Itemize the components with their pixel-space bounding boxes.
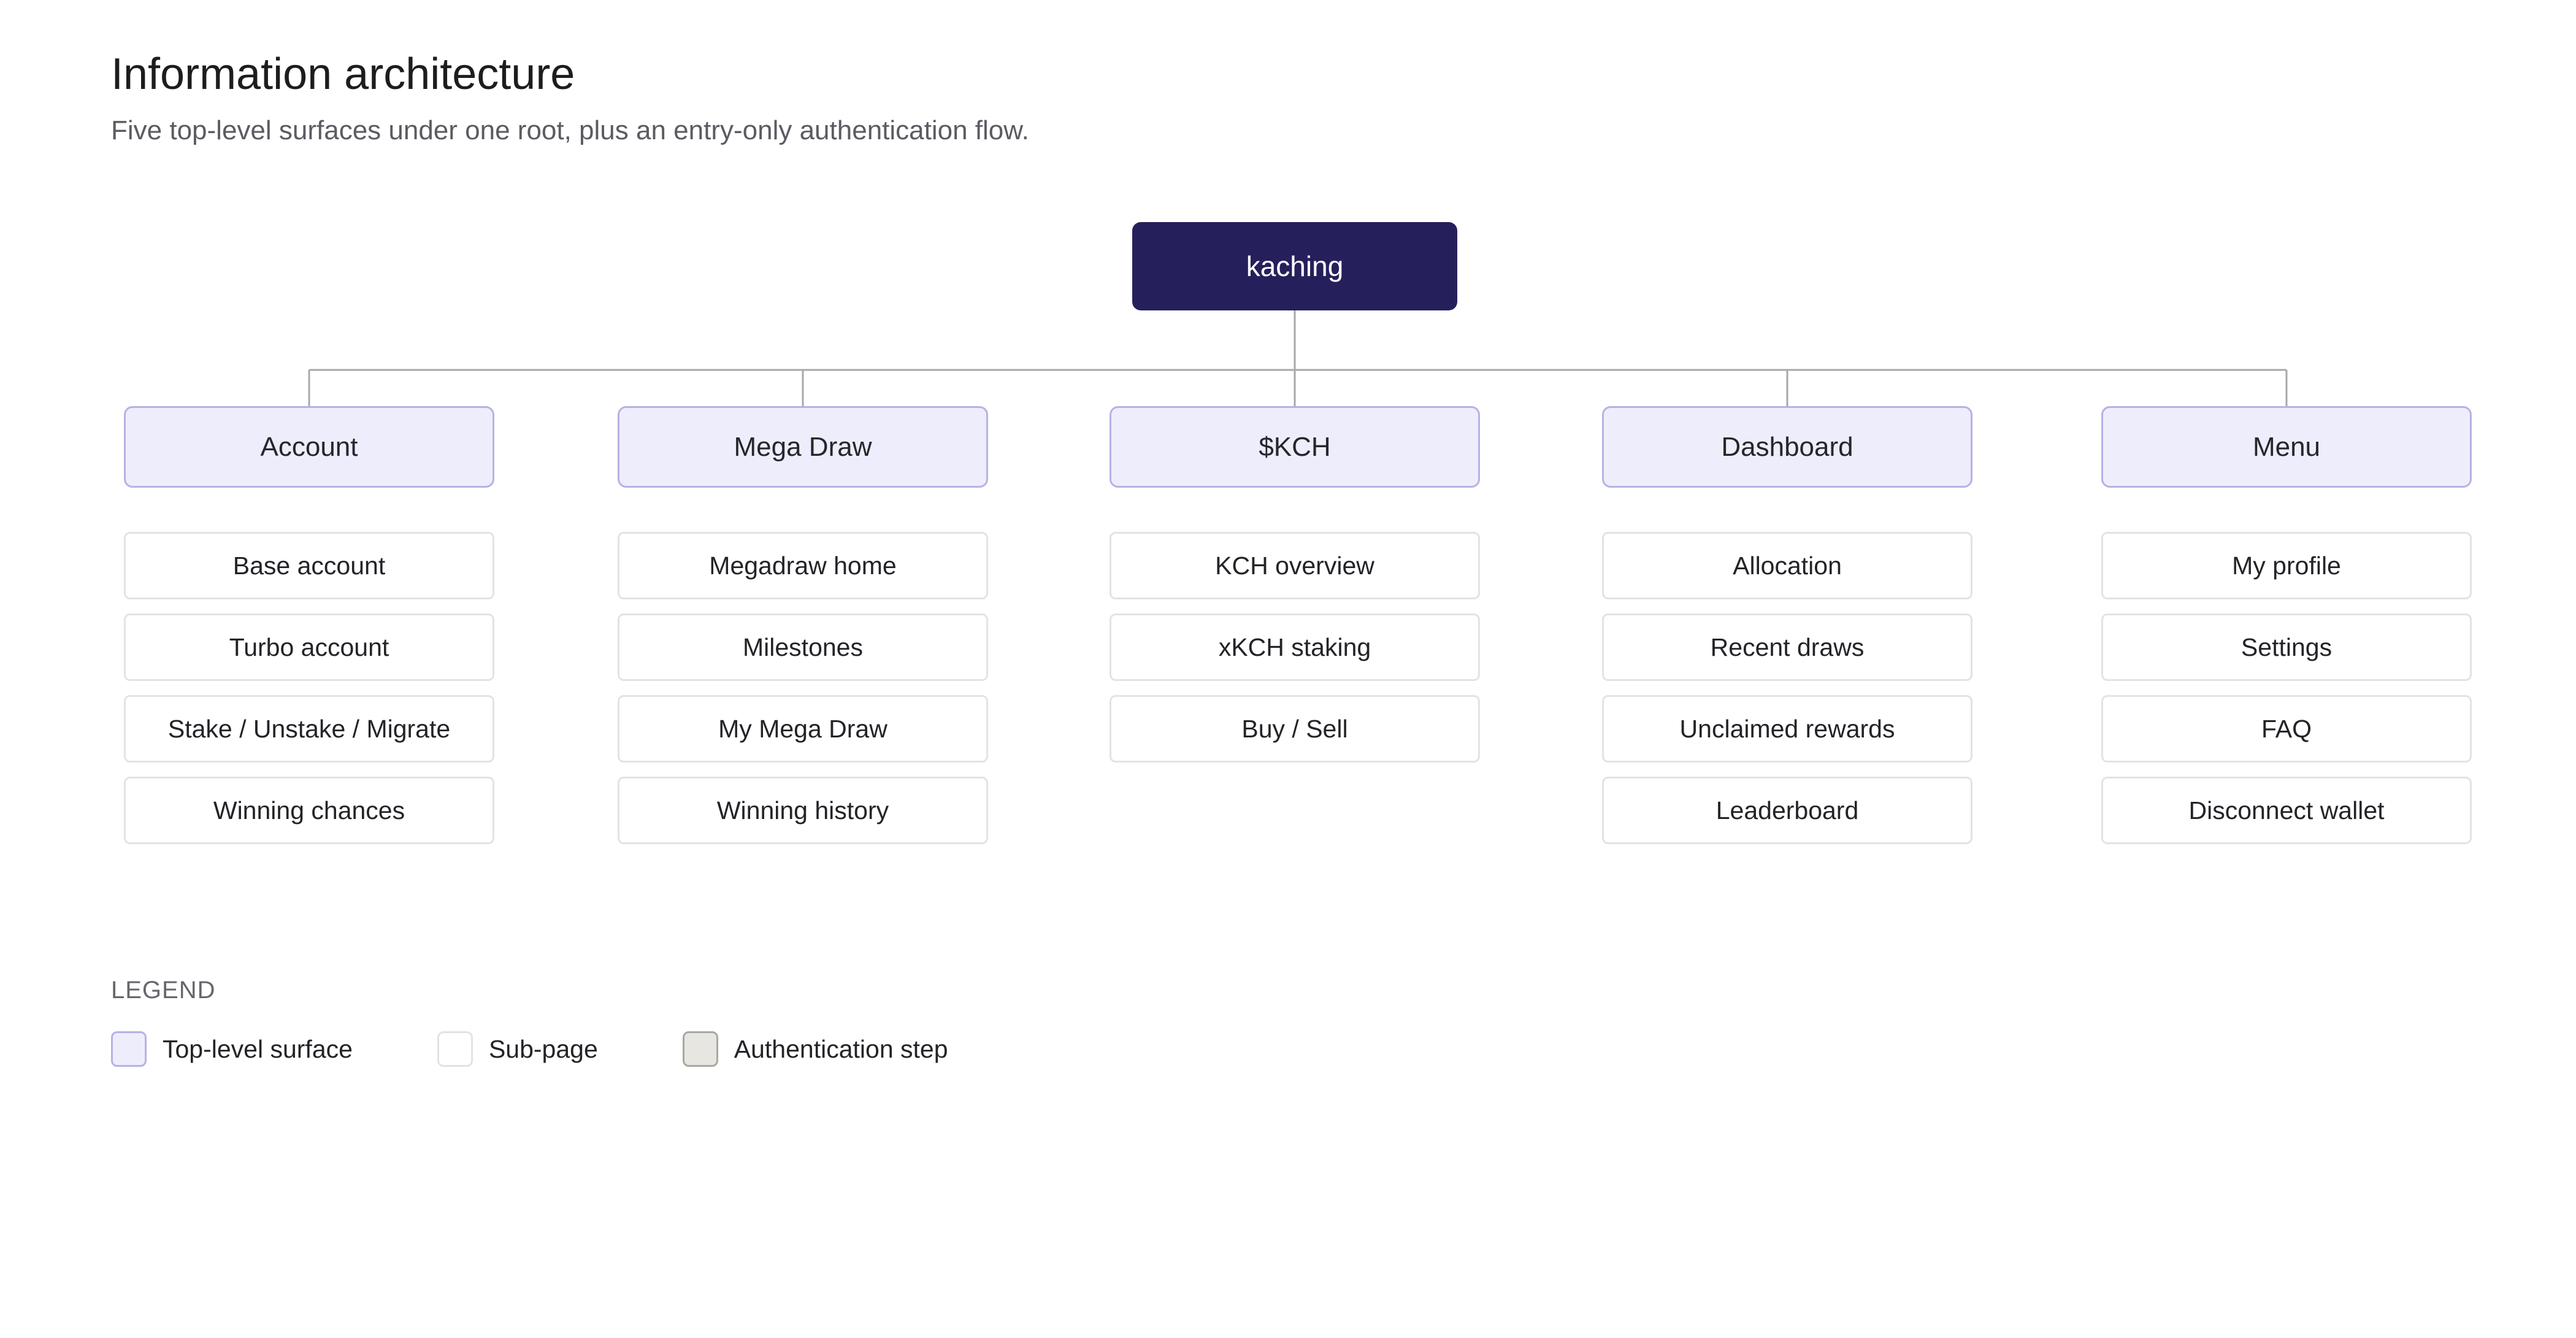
surface-dashboard: Dashboard <box>1602 406 1972 488</box>
legend-title: LEGEND <box>111 977 216 1004</box>
subpage-list: Base account Turbo account Stake / Unsta… <box>124 532 494 844</box>
subpage-node: Settings <box>2101 613 2472 681</box>
legend-swatch-auth-step <box>682 1031 718 1067</box>
column-mega-draw: Mega Draw Megadraw home Milestones My Me… <box>618 406 988 858</box>
legend-swatch-sub-page <box>437 1031 473 1067</box>
column-account: Account Base account Turbo account Stake… <box>124 406 494 858</box>
subpage-node: Megadraw home <box>618 532 988 599</box>
subpage-node: Turbo account <box>124 613 494 681</box>
subpage-node: Base account <box>124 532 494 599</box>
legend-label: Authentication step <box>734 1034 948 1063</box>
subpage-list: My profile Settings FAQ Disconnect walle… <box>2101 532 2472 844</box>
column-menu: Menu My profile Settings FAQ Disconnect … <box>2101 406 2472 858</box>
subpage-list: Megadraw home Milestones My Mega Draw Wi… <box>618 532 988 844</box>
column-kch: $KCH KCH overview xKCH staking Buy / Sel… <box>1110 406 1480 777</box>
page-title: Information architecture <box>111 50 575 99</box>
surface-account: Account <box>124 406 494 488</box>
subpage-node: KCH overview <box>1110 532 1480 599</box>
legend: Top-level surface Sub-page Authenticatio… <box>111 1029 948 1069</box>
legend-item-top-level: Top-level surface <box>111 1031 353 1067</box>
surface-mega-draw: Mega Draw <box>618 406 988 488</box>
subpage-node: Leaderboard <box>1602 777 1972 844</box>
legend-label: Sub-page <box>488 1034 598 1063</box>
subpage-node: Stake / Unstake / Migrate <box>124 695 494 763</box>
subpage-node: Allocation <box>1602 532 1972 599</box>
subpage-node: Milestones <box>618 613 988 681</box>
legend-item-sub-page: Sub-page <box>437 1031 598 1067</box>
column-dashboard: Dashboard Allocation Recent draws Unclai… <box>1602 406 1972 858</box>
subpage-node: Disconnect wallet <box>2101 777 2472 844</box>
subpage-list: Allocation Recent draws Unclaimed reward… <box>1602 532 1972 844</box>
subpage-node: Buy / Sell <box>1110 695 1480 763</box>
legend-label: Top-level surface <box>163 1034 353 1063</box>
subpage-node: Unclaimed rewards <box>1602 695 1972 763</box>
subpage-node: xKCH staking <box>1110 613 1480 681</box>
legend-item-auth-step: Authentication step <box>682 1031 948 1067</box>
legend-swatch-top-level <box>111 1031 147 1067</box>
subpage-node: My profile <box>2101 532 2472 599</box>
root-node: kaching <box>1132 222 1457 310</box>
subpage-node: My Mega Draw <box>618 695 988 763</box>
subpage-node: Winning history <box>618 777 988 844</box>
subpage-node: Winning chances <box>124 777 494 844</box>
subpage-node: FAQ <box>2101 695 2472 763</box>
page-subtitle: Five top-level surfaces under one root, … <box>111 115 1029 145</box>
surface-kch: $KCH <box>1110 406 1480 488</box>
surface-menu: Menu <box>2101 406 2472 488</box>
subpage-list: KCH overview xKCH staking Buy / Sell <box>1110 532 1480 763</box>
subpage-node: Recent draws <box>1602 613 1972 681</box>
